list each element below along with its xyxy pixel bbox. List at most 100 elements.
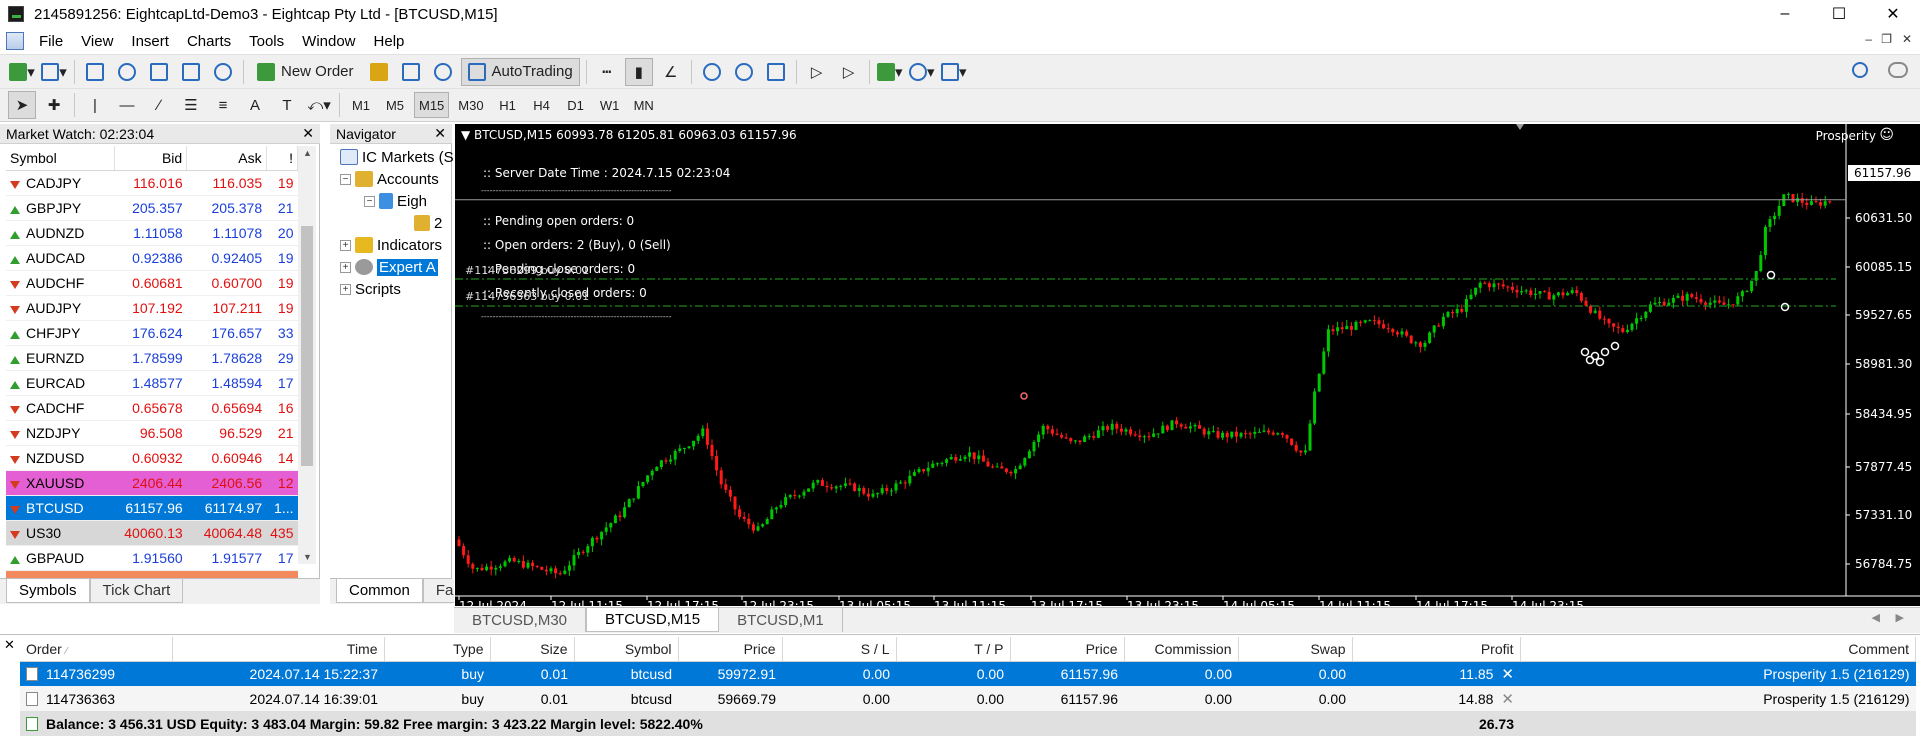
new-chart-button[interactable]: ▾ [8,58,36,86]
child-minimize-button[interactable]: – [1865,32,1872,46]
vertical-line-button[interactable]: | [81,91,109,119]
close-order-icon[interactable]: ✕ [1501,690,1514,708]
col-sl[interactable]: S / L [782,637,897,662]
col-symbol[interactable]: Symbol [6,146,116,171]
nav-expert-advisors[interactable]: + Expert A [340,256,438,278]
market-watch-toggle[interactable] [81,58,109,86]
market-row-audchf[interactable]: AUDCHF 0.60681 0.60700 19 [6,270,298,296]
tf-m1-button[interactable]: M1 [346,92,376,118]
collapse-icon[interactable]: − [340,173,351,185]
child-restore-button[interactable]: ❐ [1881,32,1892,46]
chart-window-icon[interactable] [6,32,24,50]
tab-symbols[interactable]: Symbols [6,579,90,603]
channel-button[interactable]: ☰ [177,91,205,119]
tf-m15-button[interactable]: M15 [414,92,450,118]
market-row-btcusd[interactable]: BTCUSD 61157.96 61174.97 1... [6,495,298,521]
market-row-eurnzd[interactable]: EURNZD 1.78599 1.78628 29 [6,345,298,371]
collapse-icon[interactable]: − [364,195,375,207]
nav-indicators[interactable]: + Indicators [340,234,442,256]
periods-button[interactable]: ▾ [908,58,936,86]
text-button[interactable]: A [241,91,269,119]
tabs-right-icon[interactable]: ▶ [1896,611,1904,624]
maximize-button[interactable]: ☐ [1812,0,1866,28]
tf-m30-button[interactable]: M30 [453,92,488,118]
text-label-button[interactable]: T [273,91,301,119]
search-icon[interactable] [1852,62,1868,78]
market-row-cadchf[interactable]: CADCHF 0.65678 0.65694 16 [6,395,298,421]
market-row-audcad[interactable]: AUDCAD 0.92386 0.92405 19 [6,245,298,271]
market-watch-scrollbar[interactable]: ▲ ▼ [298,146,316,564]
tab-btcusd-m1[interactable]: BTCUSD,M1 [719,608,843,632]
menu-tools[interactable]: Tools [240,33,293,50]
col-commission[interactable]: Commission [1124,637,1239,662]
col-comment[interactable]: Comment [1520,637,1916,662]
child-close-button[interactable]: ✕ [1902,32,1912,46]
col-time[interactable]: Time [172,637,385,662]
nav-account-item[interactable]: 2 [414,212,442,234]
nav-server[interactable]: − Eigh [364,190,427,212]
strategy-tester-toggle[interactable] [209,58,237,86]
cursor-button[interactable]: ➤ [8,91,36,119]
line-chart-button[interactable]: ∠ [657,58,685,86]
market-row-us30[interactable]: US30 40060.13 40064.48 435 [6,520,298,546]
market-row-eurcad[interactable]: EURCAD 1.48577 1.48594 17 [6,370,298,396]
signals-button[interactable] [397,58,425,86]
tab-tick-chart[interactable]: Tick Chart [89,579,184,603]
menu-window[interactable]: Window [293,33,364,50]
tile-windows-button[interactable] [762,58,790,86]
data-window-toggle[interactable] [113,58,141,86]
market-button[interactable] [429,58,457,86]
col-bid[interactable]: Bid [114,146,188,171]
tf-h4-button[interactable]: H4 [527,92,557,118]
scroll-up-icon[interactable]: ▲ [303,148,312,158]
market-row-audnzd[interactable]: AUDNZD 1.11058 1.11078 20 [6,220,298,246]
terminal-toggle[interactable] [177,58,205,86]
col-type[interactable]: Type [384,637,491,662]
horizontal-line-button[interactable]: — [113,91,141,119]
menu-charts[interactable]: Charts [178,33,240,50]
expand-icon[interactable]: + [340,283,351,295]
menu-file[interactable]: File [30,33,72,50]
profiles-button[interactable]: ▾ [40,58,68,86]
zoom-in-button[interactable] [698,58,726,86]
market-row-nzdusd[interactable]: NZDUSD 0.60932 0.60946 14 [6,445,298,471]
price-chart[interactable]: 60631.50 60085.15 59527.65 58981.30 58434.95… [455,124,1920,606]
arrows-button[interactable]: ⤺▾ [305,91,333,119]
tf-m5-button[interactable]: M5 [380,92,410,118]
fibonacci-button[interactable]: ≡ [209,91,237,119]
autotrading-button[interactable]: AutoTrading [460,57,580,86]
minimize-button[interactable]: – [1758,0,1812,28]
market-row-xauusd[interactable]: XAUUSD 2406.44 2406.56 12 [6,470,298,496]
tab-btcusd-m15[interactable]: BTCUSD,M15 [586,608,720,632]
tf-h1-button[interactable]: H1 [493,92,523,118]
chart-shift-button[interactable]: ▷ [835,58,863,86]
col-size[interactable]: Size [490,637,575,662]
market-row-chfjpy[interactable]: CHFJPY 176.624 176.657 33 [6,320,298,346]
expand-icon[interactable]: + [340,261,351,273]
col-tp[interactable]: T / P [896,637,1011,662]
expand-icon[interactable]: + [340,239,351,251]
col-swap[interactable]: Swap [1238,637,1353,662]
nav-scripts[interactable]: + Scripts [340,278,401,300]
auto-scroll-button[interactable]: ▷ [803,58,831,86]
market-row-cadjpy[interactable]: CADJPY 116.016 116.035 19 [6,170,298,196]
market-row-audjpy[interactable]: AUDJPY 107.192 107.211 19 [6,295,298,321]
nav-accounts[interactable]: − Accounts [340,168,439,190]
meta-editor-button[interactable] [365,58,393,86]
navigator-close-icon[interactable]: ✕ [434,125,446,142]
chat-icon[interactable] [1888,62,1908,78]
trendline-button[interactable]: ∕ [145,91,173,119]
col-symbol[interactable]: Symbol [574,637,679,662]
market-row-gbpaud[interactable]: GBPAUD 1.91560 1.91577 17 [6,545,298,571]
col-current-price[interactable]: Price [1010,637,1125,662]
col-profit[interactable]: Profit [1352,637,1521,662]
crosshair-button[interactable]: ✚ [40,91,68,119]
candlestick-button[interactable]: ▮ [624,57,653,86]
menu-help[interactable]: Help [365,33,414,50]
menu-insert[interactable]: Insert [122,33,178,50]
col-price[interactable]: Price [678,637,783,662]
bar-chart-button[interactable]: ┅ [593,58,621,86]
navigator-toggle[interactable] [145,58,173,86]
col-spread[interactable]: ! [266,146,299,171]
tabs-left-icon[interactable]: ◀ [1872,611,1880,624]
